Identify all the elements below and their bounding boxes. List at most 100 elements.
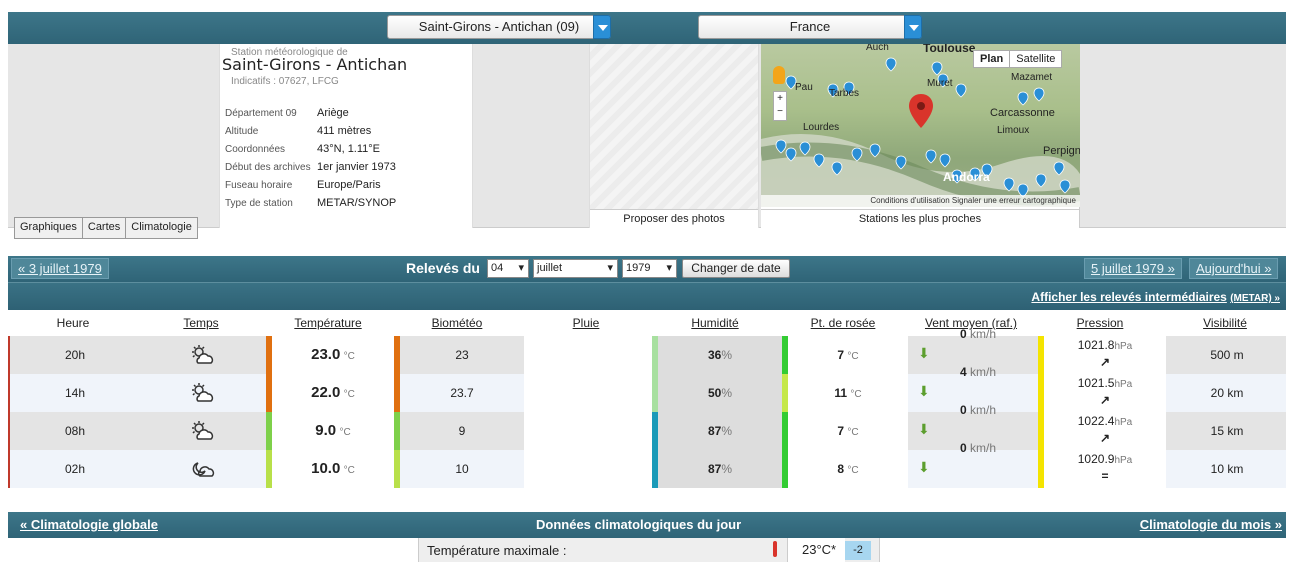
change-date-button[interactable]: Changer de date: [682, 259, 790, 278]
cell-pluie: [524, 450, 652, 488]
map-label-tarbes: Tarbes: [829, 88, 859, 99]
station-detail-value: 43°N, 1.11°E: [317, 143, 381, 155]
propose-photos-link[interactable]: Proposer des photos: [590, 209, 758, 228]
wind-arrow-icon: ⬇: [918, 421, 930, 437]
table-header: Heure Temps Température Biométéo Pluie H…: [8, 310, 1286, 336]
col-visibilite[interactable]: Visibilité: [1164, 316, 1286, 330]
cell-temp: 23.0 °C: [272, 336, 394, 374]
map-label-auch: Auch: [866, 44, 889, 53]
station-detail-value: Ariège: [317, 107, 349, 119]
map-svg: Auch Toulouse Muret Mazamet Pau Tarbes C…: [759, 41, 1093, 207]
wind-unit: km/h: [970, 365, 997, 379]
wind-unit: km/h: [970, 403, 997, 417]
map-attribution[interactable]: Conditions d'utilisation Signaler une er…: [761, 195, 1080, 207]
cell-dew: 7 °C: [788, 336, 908, 374]
day-select[interactable]: 04 ▾: [487, 259, 529, 278]
temp-unit: °C: [343, 351, 355, 362]
today-link[interactable]: Aujourd'hui »: [1189, 258, 1279, 279]
temp-unit: °C: [339, 427, 351, 438]
station-pin-icon: [1033, 87, 1045, 102]
pressure-trend-icon: ↗: [1099, 355, 1111, 369]
intermediate-bar: Afficher les relevés intermédiaires (MET…: [8, 282, 1286, 310]
wind-value: 0: [960, 403, 967, 417]
temp-value: 22.0: [311, 384, 341, 401]
climato-month-link[interactable]: Climatologie du mois »: [1140, 517, 1282, 532]
map-label-toulouse: Toulouse: [923, 44, 976, 55]
map-view[interactable]: Auch Toulouse Muret Mazamet Pau Tarbes C…: [759, 41, 1093, 207]
prev-day-link[interactable]: « 3 juillet 1979: [11, 258, 109, 279]
col-pression[interactable]: Pression: [1036, 316, 1164, 330]
map-panel[interactable]: Auch Toulouse Muret Mazamet Pau Tarbes C…: [759, 41, 1093, 228]
chevron-down-icon: ▾: [666, 262, 672, 274]
zoom-out-icon[interactable]: −: [774, 105, 786, 118]
hum-unit: %: [721, 386, 733, 400]
pegman-icon[interactable]: [773, 66, 785, 84]
climato-global-link[interactable]: « Climatologie globale: [20, 517, 158, 532]
date-nav-bar: « 3 juillet 1979 Relevés du 04 ▾ juillet ▾…: [8, 256, 1286, 282]
station-detail-row: Coordonnées 43°N, 1.11°E: [225, 143, 380, 155]
station-detail-key: Département 09: [225, 108, 297, 119]
next-day-link[interactable]: 5 juillet 1979 »: [1084, 258, 1182, 279]
col-temperature[interactable]: Température: [264, 316, 392, 330]
cell-bio: 10: [455, 462, 469, 476]
country-select[interactable]: France: [698, 15, 922, 39]
cell-hum: 87%: [658, 412, 782, 450]
sun-cloud-icon: [140, 374, 266, 412]
station-detail-key: Coordonnées: [225, 144, 286, 155]
map-label-muret: Muret: [927, 78, 953, 89]
cell-dew: 11 °C: [788, 374, 908, 412]
photo-panel[interactable]: Proposer des photos: [589, 44, 759, 228]
intermediate-link[interactable]: Afficher les relevés intermédiaires (MET…: [1031, 290, 1280, 304]
year-select-value: 1979: [626, 262, 651, 274]
station-detail-value: METAR/SYNOP: [317, 197, 397, 209]
station-detail-row: Type de station METAR/SYNOP: [225, 197, 396, 209]
dew-unit: °C: [850, 389, 862, 400]
month-select[interactable]: juillet ▾: [533, 259, 618, 278]
press-unit: hPa: [1114, 455, 1133, 466]
cell-bio: 23: [455, 348, 469, 362]
cell-heure: 02h: [64, 462, 86, 476]
cell-vis: 15 km: [1210, 424, 1244, 438]
hum-unit: %: [721, 462, 733, 476]
col-pluie[interactable]: Pluie: [522, 316, 650, 330]
map-label-limoux: Limoux: [997, 125, 1029, 136]
press-value: 1022.4: [1077, 414, 1115, 428]
tab-cartes[interactable]: Cartes: [81, 217, 126, 239]
station-detail-row: Département 09 Ariège: [225, 107, 349, 119]
station-detail-key: Altitude: [225, 126, 259, 137]
col-temps[interactable]: Temps: [138, 316, 264, 330]
col-humidite[interactable]: Humidité: [650, 316, 780, 330]
map-plan-button[interactable]: Plan: [974, 51, 1011, 67]
map-zoom-control[interactable]: + −: [773, 91, 787, 121]
press-unit: hPa: [1114, 417, 1133, 428]
cell-temp: 9.0 °C: [272, 412, 394, 450]
map-label-andorra: Andorra: [943, 170, 990, 184]
climato-bar: « Climatologie globale Données climatolo…: [8, 512, 1286, 538]
col-rosee[interactable]: Pt. de rosée: [780, 316, 906, 330]
press-value: 1021.8: [1077, 338, 1115, 352]
zoom-in-icon[interactable]: +: [774, 92, 786, 105]
wind-arrow-icon: ⬇: [918, 345, 930, 361]
table-row: 02h 10.0 °C 10 87% 8 °C ⬇ 0 km/h 1020.9h…: [8, 442, 1286, 488]
cell-temp: 10.0 °C: [272, 450, 394, 488]
station-detail-key: Fuseau horaire: [225, 180, 293, 191]
pressure-trend-icon: ↗: [1099, 393, 1111, 407]
tmax-row: Température maximale : 23°C* -2: [418, 538, 880, 562]
hum-unit: %: [721, 424, 733, 438]
tab-graphiques[interactable]: Graphiques: [14, 217, 82, 239]
cell-dew: 7 °C: [788, 412, 908, 450]
station-detail-key: Type de station: [225, 198, 293, 209]
col-biometeo[interactable]: Biométéo: [392, 316, 522, 330]
dew-unit: °C: [847, 351, 859, 362]
wind-value: 0: [960, 327, 967, 341]
station-select[interactable]: Saint-Girons - Antichan (09): [387, 15, 611, 39]
map-satellite-button[interactable]: Satellite: [1010, 51, 1061, 67]
station-detail-row: Début des archives 1er janvier 1973: [225, 161, 396, 173]
cell-press: 1021.5hPa ↗: [1044, 374, 1166, 412]
hum-value: 36: [707, 348, 722, 362]
wind-arrow-icon: ⬇: [918, 459, 930, 475]
sun-cloud-icon: [140, 336, 266, 374]
temp-value: 23.0: [311, 346, 341, 363]
tab-climatologie[interactable]: Climatologie: [125, 217, 198, 239]
year-select[interactable]: 1979 ▾: [622, 259, 677, 278]
